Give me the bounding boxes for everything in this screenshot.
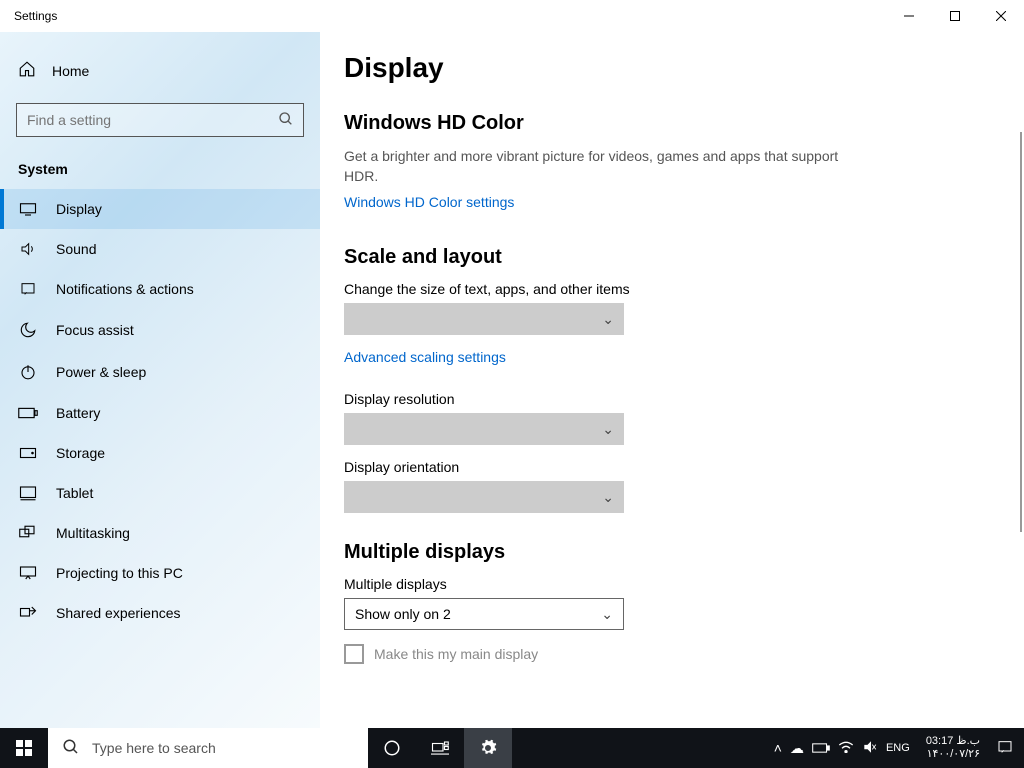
sidebar-item-sound[interactable]: Sound — [0, 229, 320, 269]
orientation-label: Display orientation — [344, 459, 1024, 475]
sidebar-item-label: Projecting to this PC — [56, 565, 183, 581]
start-button[interactable] — [0, 728, 48, 768]
sidebar-item-label: Battery — [56, 405, 100, 421]
sidebar-item-label: Storage — [56, 445, 105, 461]
advanced-scaling-link[interactable]: Advanced scaling settings — [344, 349, 506, 365]
sidebar-item-label: Focus assist — [56, 322, 134, 338]
sidebar-nav: Display Sound Notifications & actions Fo… — [0, 189, 320, 633]
onedrive-icon[interactable]: ☁ — [790, 740, 804, 757]
sidebar-item-storage[interactable]: Storage — [0, 433, 320, 473]
orientation-dropdown[interactable]: ⌄ — [344, 481, 624, 513]
chevron-down-icon: ⌄ — [602, 421, 614, 438]
main-display-label: Make this my main display — [374, 646, 538, 662]
sidebar-item-label: Tablet — [56, 485, 93, 501]
close-button[interactable] — [978, 0, 1024, 32]
sidebar: Home System Display Sound Notifications … — [0, 32, 320, 728]
window-title: Settings — [0, 9, 57, 23]
battery-icon — [18, 407, 38, 419]
language-indicator[interactable]: ENG — [886, 742, 910, 754]
multitasking-icon — [18, 525, 38, 541]
sidebar-item-battery[interactable]: Battery — [0, 393, 320, 433]
chevron-down-icon: ⌄ — [601, 606, 613, 623]
home-icon — [18, 60, 36, 81]
text-size-dropdown[interactable]: ⌄ — [344, 303, 624, 335]
cortana-button[interactable] — [368, 728, 416, 768]
sidebar-item-projecting[interactable]: Projecting to this PC — [0, 553, 320, 593]
search-icon — [278, 111, 294, 130]
taskbar-search[interactable]: Type here to search — [48, 728, 368, 768]
resolution-dropdown[interactable]: ⌄ — [344, 413, 624, 445]
sound-icon — [18, 241, 38, 257]
chevron-down-icon: ⌄ — [602, 311, 614, 328]
taskbar-search-placeholder: Type here to search — [92, 740, 216, 756]
projecting-icon — [18, 565, 38, 581]
search-field[interactable] — [16, 103, 304, 137]
sidebar-item-shared-experiences[interactable]: Shared experiences — [0, 593, 320, 633]
volume-icon[interactable] — [862, 740, 878, 757]
sidebar-item-multitasking[interactable]: Multitasking — [0, 513, 320, 553]
multiple-displays-heading: Multiple displays — [344, 541, 1024, 564]
resolution-label: Display resolution — [344, 391, 1024, 407]
main-display-checkbox[interactable] — [344, 644, 364, 664]
hd-color-heading: Windows HD Color — [344, 112, 1024, 135]
titlebar: Settings — [0, 0, 1024, 32]
sidebar-item-power-sleep[interactable]: Power & sleep — [0, 351, 320, 393]
sidebar-item-display[interactable]: Display — [0, 189, 320, 229]
text-size-label: Change the size of text, apps, and other… — [344, 281, 1024, 297]
multiple-displays-label: Multiple displays — [344, 576, 1024, 592]
storage-icon — [18, 446, 38, 460]
shared-icon — [18, 605, 38, 621]
wifi-icon[interactable] — [838, 740, 854, 756]
sidebar-section-header: System — [0, 155, 320, 189]
power-icon — [18, 363, 38, 381]
clock[interactable]: 03:17 ب.ظ ۱۴۰۰/۰۷/۲۶ — [918, 735, 988, 761]
taskbar: Type here to search ˄ ☁ ENG 03:17 ب.ظ ۱۴… — [0, 728, 1024, 768]
task-view-button[interactable] — [416, 728, 464, 768]
search-input[interactable] — [16, 103, 304, 137]
content-pane: Display Windows HD Color Get a brighter … — [320, 32, 1024, 728]
sidebar-item-label: Notifications & actions — [56, 281, 194, 297]
sidebar-item-label: Sound — [56, 241, 96, 257]
sidebar-item-label: Power & sleep — [56, 364, 146, 380]
sidebar-item-label: Display — [56, 201, 102, 217]
sidebar-item-notifications[interactable]: Notifications & actions — [0, 269, 320, 309]
settings-taskbar-button[interactable] — [464, 728, 512, 768]
sidebar-item-focus-assist[interactable]: Focus assist — [0, 309, 320, 351]
search-icon — [62, 738, 80, 759]
system-tray: ˄ ☁ ENG 03:17 ب.ظ ۱۴۰۰/۰۷/۲۶ — [764, 728, 1024, 768]
chevron-down-icon: ⌄ — [602, 489, 614, 506]
sidebar-item-label: Multitasking — [56, 525, 130, 541]
tray-chevron-up-icon[interactable]: ˄ — [774, 740, 782, 756]
tablet-icon — [18, 485, 38, 501]
scale-heading: Scale and layout — [344, 246, 1024, 269]
hd-color-description: Get a brighter and more vibrant picture … — [344, 147, 844, 186]
sidebar-item-tablet[interactable]: Tablet — [0, 473, 320, 513]
battery-tray-icon[interactable] — [812, 740, 830, 756]
scrollbar[interactable] — [1020, 132, 1022, 532]
action-center-icon[interactable] — [996, 739, 1014, 758]
minimize-button[interactable] — [886, 0, 932, 32]
home-label: Home — [52, 63, 89, 79]
notifications-icon — [18, 281, 38, 297]
main-display-checkbox-row: Make this my main display — [344, 644, 1024, 664]
focus-assist-icon — [18, 321, 38, 339]
home-button[interactable]: Home — [0, 50, 320, 91]
display-icon — [18, 202, 38, 216]
hd-color-settings-link[interactable]: Windows HD Color settings — [344, 194, 514, 210]
multiple-displays-dropdown[interactable]: Show only on 2 ⌄ — [344, 598, 624, 630]
sidebar-item-label: Shared experiences — [56, 605, 181, 621]
window-controls — [886, 0, 1024, 32]
maximize-button[interactable] — [932, 0, 978, 32]
multiple-displays-value: Show only on 2 — [355, 606, 451, 622]
page-title: Display — [344, 52, 1024, 84]
